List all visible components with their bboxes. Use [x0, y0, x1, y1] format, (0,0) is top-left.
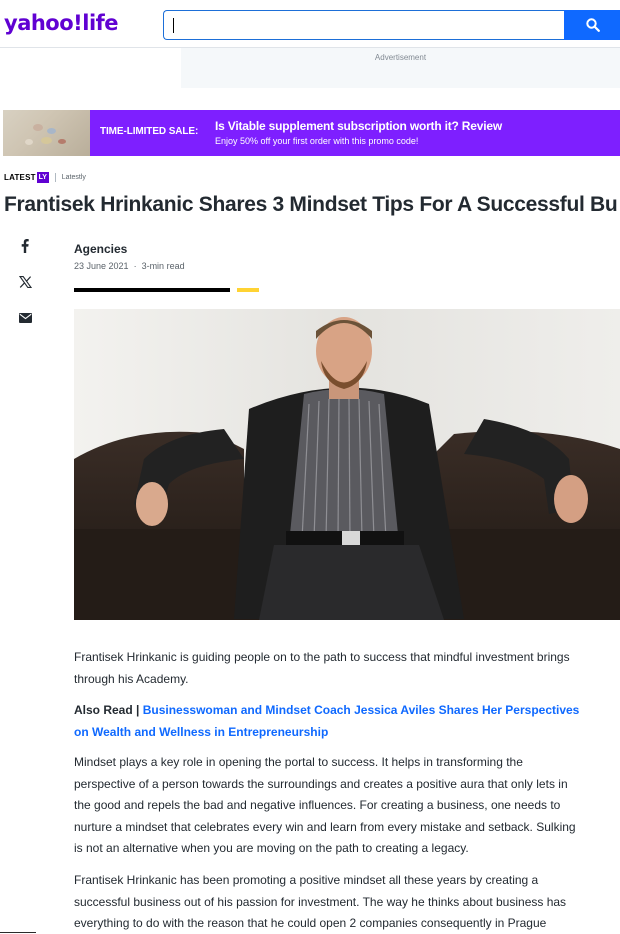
read-time: 3-min read: [141, 261, 185, 271]
promo-subtitle: Enjoy 50% off your first order with this…: [215, 136, 419, 146]
body-paragraph-3: Frantisek Hrinkanic has been promoting a…: [74, 873, 567, 930]
promo-thumbnail: [3, 110, 90, 156]
search-input[interactable]: [164, 11, 564, 39]
ad-label: Advertisement: [374, 53, 427, 62]
site-header: yahoo!life: [0, 0, 620, 48]
promo-title[interactable]: Is Vitable supplement subscription worth…: [215, 119, 502, 133]
provider-logo-text: LATEST: [4, 172, 36, 182]
publish-date: 23 June 2021: [74, 261, 129, 271]
share-facebook-button[interactable]: [16, 237, 34, 255]
also-read-block: Also Read | Businesswoman and Mindset Co…: [74, 700, 582, 743]
man-on-sofa-photo: [74, 309, 620, 620]
email-icon: [18, 313, 32, 323]
search-button[interactable]: [564, 10, 620, 40]
also-read-link[interactable]: Businesswoman and Mindset Coach Jessica …: [74, 703, 579, 739]
byline-divider: [74, 288, 230, 292]
body-paragraph-1: Frantisek Hrinkanic is guiding people on…: [74, 650, 570, 686]
search-box[interactable]: [163, 10, 564, 40]
advertisement-slot: Advertisement: [181, 48, 620, 88]
x-icon: [18, 276, 32, 288]
body-paragraph-2: Mindset plays a key role in opening the …: [74, 755, 576, 855]
provider-name: Latestly: [61, 173, 86, 181]
provider-logo-badge: LY: [36, 171, 49, 183]
meta-separator: ·: [133, 261, 137, 271]
yahoo-life-logo[interactable]: yahoo!life: [4, 11, 119, 35]
promo-sale-label: TIME-LIMITED SALE:: [100, 126, 199, 137]
provider-divider: [54, 172, 56, 182]
promo-banner[interactable]: TIME-LIMITED SALE: Is Vitable supplement…: [3, 110, 620, 156]
facebook-icon: [21, 239, 29, 253]
article-hero-image[interactable]: [74, 309, 620, 620]
also-read-label: Also Read |: [74, 703, 140, 717]
author-name[interactable]: Agencies: [74, 242, 127, 256]
byline-accent: [237, 288, 259, 292]
text-cursor: [173, 18, 174, 33]
share-email-button[interactable]: [16, 309, 34, 327]
article-headline: Frantisek Hrinkanic Shares 3 Mindset Tip…: [4, 193, 618, 216]
search-icon: [586, 18, 600, 32]
page-divider: [0, 932, 36, 933]
content-provider[interactable]: LATEST LY Latestly: [4, 170, 86, 184]
share-x-button[interactable]: [16, 273, 34, 291]
article-meta: 23 June 2021 · 3-min read: [74, 261, 185, 271]
